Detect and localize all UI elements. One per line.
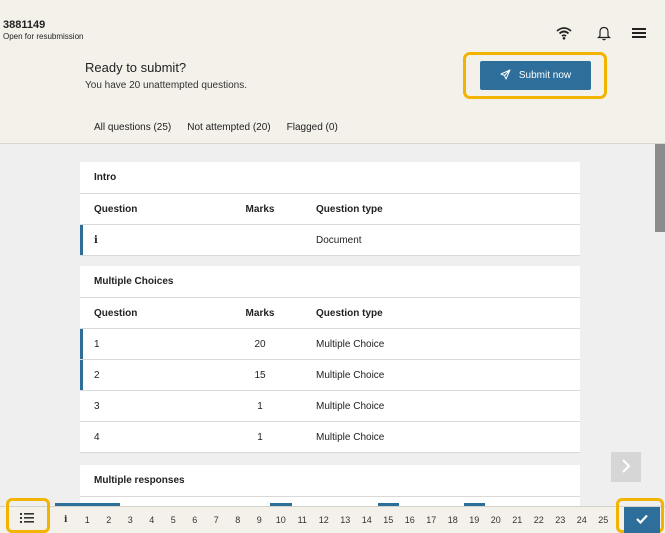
header: 3881149 Open for resubmission Ready to s… <box>0 0 665 144</box>
section-intro: Intro Question Marks Question type i Doc… <box>80 162 580 256</box>
nav-question[interactable]: 6 <box>184 506 206 533</box>
table-header: Question Marks Question type <box>80 298 580 329</box>
section-title: Intro <box>80 162 580 194</box>
exam-id: 3881149 <box>3 19 46 31</box>
nav-question[interactable]: 14 <box>356 506 378 533</box>
nav-question[interactable]: 12 <box>313 506 335 533</box>
unattempted-count: You have 20 unattempted questions. <box>85 80 247 91</box>
question-number-list: i 1 2 3 4 5 6 7 8 9 10 11 12 13 14 15 16… <box>55 503 615 533</box>
table-header: Question Marks Question type <box>80 194 580 225</box>
submit-now-button[interactable]: Submit now <box>480 61 591 90</box>
nav-question[interactable]: 15 <box>377 503 400 533</box>
nav-question[interactable]: 17 <box>421 506 443 533</box>
nav-question[interactable]: 16 <box>399 506 421 533</box>
question-marks: 20 <box>254 338 266 350</box>
question-type: Multiple Choice <box>316 431 385 443</box>
col-marks: Marks <box>245 203 275 215</box>
question-marks: 1 <box>257 400 263 412</box>
nav-question[interactable]: 8 <box>227 506 249 533</box>
col-type: Question type <box>316 203 383 215</box>
exam-status: Open for resubmission <box>3 32 84 41</box>
nav-question[interactable]: 7 <box>206 506 228 533</box>
tab-not-attempted[interactable]: Not attempted (20) <box>187 122 270 133</box>
review-submit-button[interactable] <box>624 507 660 533</box>
question-number: 2 <box>94 369 100 381</box>
table-row[interactable]: 2 15 Multiple Choice <box>80 360 580 391</box>
col-marks: Marks <box>245 307 275 319</box>
menu-icon[interactable] <box>628 22 650 44</box>
question-marks: 1 <box>257 431 263 443</box>
nav-question[interactable]: 18 <box>442 506 464 533</box>
question-type: Multiple Choice <box>316 369 385 381</box>
nav-question[interactable]: 22 <box>528 506 550 533</box>
question-type: Document <box>316 234 362 246</box>
chevron-right-icon <box>621 457 631 478</box>
table-row[interactable]: i Document <box>80 225 580 256</box>
bell-icon[interactable] <box>593 22 615 44</box>
nav-question[interactable]: 2 <box>98 503 120 533</box>
table-row[interactable]: 4 1 Multiple Choice <box>80 422 580 453</box>
nav-question[interactable]: 5 <box>163 506 185 533</box>
section-title: Multiple responses <box>80 465 580 497</box>
nav-question[interactable]: 1 <box>76 503 99 533</box>
question-number: 4 <box>94 431 100 443</box>
table-row[interactable]: 3 1 Multiple Choice <box>80 391 580 422</box>
nav-question[interactable]: 25 <box>593 506 615 533</box>
check-icon <box>636 511 648 529</box>
question-number: 1 <box>94 338 100 350</box>
question-list-button[interactable] <box>15 510 39 530</box>
send-icon <box>500 69 511 83</box>
nav-question[interactable]: 19 <box>463 503 486 533</box>
tab-flagged[interactable]: Flagged (0) <box>287 122 338 133</box>
filter-tabs: All questions (25) Not attempted (20) Fl… <box>94 122 338 133</box>
question-number: 3 <box>94 400 100 412</box>
submit-now-label: Submit now <box>518 70 572 81</box>
nav-question[interactable]: 10 <box>270 503 292 533</box>
question-marks: 15 <box>254 369 266 381</box>
nav-question[interactable]: 4 <box>141 506 163 533</box>
section-multiple-choices: Multiple Choices Question Marks Question… <box>80 266 580 453</box>
nav-question[interactable]: 23 <box>550 506 572 533</box>
nav-question[interactable]: 21 <box>507 506 529 533</box>
section-multiple-responses: Multiple responses <box>80 465 580 506</box>
question-type: Multiple Choice <box>316 338 385 350</box>
tab-all-questions[interactable]: All questions (25) <box>94 122 171 133</box>
nav-question[interactable]: 13 <box>335 506 357 533</box>
wifi-icon[interactable] <box>553 22 575 44</box>
numbered-list-icon <box>20 511 34 529</box>
nav-question-info[interactable]: i <box>55 503 77 533</box>
col-question: Question <box>94 307 138 319</box>
next-page-button[interactable] <box>611 452 641 482</box>
col-type: Question type <box>316 307 383 319</box>
ready-title: Ready to submit? <box>85 60 187 75</box>
scrollbar-thumb[interactable] <box>655 144 665 232</box>
question-number: i <box>94 234 98 246</box>
nav-question[interactable]: 9 <box>249 506 271 533</box>
nav-question[interactable]: 20 <box>485 506 507 533</box>
table-row[interactable]: 1 20 Multiple Choice <box>80 329 580 360</box>
section-title: Multiple Choices <box>80 266 580 298</box>
question-type: Multiple Choice <box>316 400 385 412</box>
nav-question[interactable]: 11 <box>292 506 314 533</box>
col-question: Question <box>94 203 138 215</box>
nav-question[interactable]: 3 <box>120 506 142 533</box>
nav-question[interactable]: 24 <box>571 506 593 533</box>
